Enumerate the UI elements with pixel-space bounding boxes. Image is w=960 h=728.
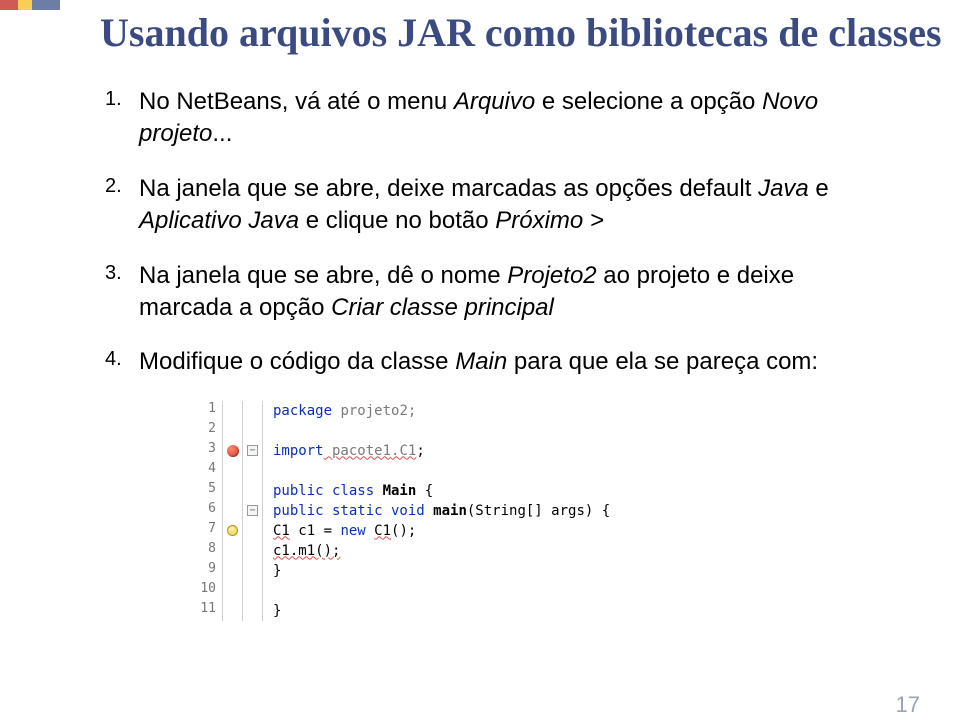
code-line-8: c1.m1(); [263, 541, 340, 561]
step-1-menu: Arquivo [454, 88, 535, 115]
hint-icon [227, 525, 238, 536]
step-2-button: Próximo > [495, 207, 604, 234]
gutter2 [243, 521, 263, 541]
step-1: No NetBeans, vá até o menu Arquivo e sel… [105, 86, 890, 151]
line-number: 4 [195, 461, 223, 481]
step-2: Na janela que se abre, deixe marcadas as… [105, 173, 890, 238]
code-line-3: import pacote1.C1; [263, 441, 425, 461]
step-1-text-b: e selecione a opção [535, 88, 762, 115]
code-line-4 [263, 461, 273, 481]
gutter2: − [243, 441, 263, 461]
line-number: 8 [195, 541, 223, 561]
kw-package: package [273, 403, 332, 419]
step-4: Modifique o código da classe Main para q… [105, 346, 890, 378]
line-number: 3 [195, 441, 223, 461]
gutter [223, 401, 243, 421]
gutter [223, 501, 243, 521]
kw-public-class: public class [273, 483, 383, 499]
import-cls: .C1 [391, 443, 416, 459]
gutter [223, 561, 243, 581]
import-end: ; [416, 443, 424, 459]
step-4-classname: Main [455, 348, 507, 375]
gutter2 [243, 461, 263, 481]
method-sig: (String[] args) { [467, 503, 610, 519]
gutter [223, 441, 243, 461]
gutter [223, 601, 243, 621]
step-3-opt: Criar classe principal [331, 294, 554, 321]
type-c1: C1 [273, 523, 290, 539]
code-line-5: public class Main { [263, 481, 433, 501]
line-number: 6 [195, 501, 223, 521]
code-line-2 [263, 421, 273, 441]
step-1-text-c: ... [212, 120, 232, 147]
line-number: 10 [195, 581, 223, 601]
gutter2 [243, 421, 263, 441]
line-number: 5 [195, 481, 223, 501]
fold-icon: − [247, 505, 258, 516]
gutter [223, 481, 243, 501]
kw-new: new [340, 523, 365, 539]
gutter2 [243, 601, 263, 621]
step-3-name: Projeto2 [507, 262, 596, 289]
fold-icon: − [247, 445, 258, 456]
page-number: 17 [896, 692, 920, 718]
brace-open: { [416, 483, 433, 499]
assign: c1 = [290, 523, 341, 539]
gutter2: − [243, 501, 263, 521]
code-line-9: } [263, 561, 281, 581]
code-line-1: package projeto2; [263, 401, 416, 421]
error-icon [227, 445, 239, 457]
step-2-text-a: Na janela que se abre, deixe marcadas as… [139, 175, 758, 202]
step-3-text-a: Na janela que se abre, dê o nome [139, 262, 507, 289]
code-line-7: C1 c1 = new C1(); [263, 521, 416, 541]
gutter2 [243, 581, 263, 601]
slide-corner-accent [0, 0, 60, 10]
step-4-text-a: Modifique o código da classe [139, 348, 455, 375]
line-number: 11 [195, 601, 223, 621]
gutter2 [243, 481, 263, 501]
code-line-10 [263, 581, 273, 601]
gutter [223, 521, 243, 541]
step-1-text-a: No NetBeans, vá até o menu [139, 88, 454, 115]
step-4-text-b: para que ela se pareça com: [507, 348, 818, 375]
step-2-opt2: Aplicativo Java [139, 207, 299, 234]
import-pkg: pacote1 [324, 443, 391, 459]
code-line-11: } [263, 601, 281, 621]
line-number: 2 [195, 421, 223, 441]
line-number: 9 [195, 561, 223, 581]
step-3: Na janela que se abre, dê o nome Projeto… [105, 260, 890, 325]
pkg-name: projeto2; [332, 403, 416, 419]
kw-import: import [273, 443, 324, 459]
method-name: main [433, 503, 467, 519]
gutter [223, 461, 243, 481]
gutter [223, 541, 243, 561]
gutter2 [243, 401, 263, 421]
step-2-text-c: e clique no botão [299, 207, 495, 234]
kw-psv: public static void [273, 503, 433, 519]
ctor-end: (); [391, 523, 416, 539]
slide-title: Usando arquivos JAR como bibliotecas de … [100, 10, 960, 56]
gutter2 [243, 541, 263, 561]
line-number: 7 [195, 521, 223, 541]
code-editor-screenshot: 1 package projeto2; 2 3 − import pacote1… [195, 401, 725, 621]
code-line-6: public static void main(String[] args) { [263, 501, 610, 521]
call-m1: c1.m1(); [273, 543, 340, 559]
gutter2 [243, 561, 263, 581]
brace-close-inner: } [273, 563, 281, 579]
line-number: 1 [195, 401, 223, 421]
gutter [223, 421, 243, 441]
brace-close-outer: } [273, 603, 281, 619]
sp [366, 523, 374, 539]
ctor-c1: C1 [374, 523, 391, 539]
steps-list: No NetBeans, vá até o menu Arquivo e sel… [105, 86, 890, 379]
gutter [223, 581, 243, 601]
step-2-opt1: Java [758, 175, 809, 202]
class-name: Main [383, 483, 417, 499]
step-2-text-b: e [809, 175, 829, 202]
